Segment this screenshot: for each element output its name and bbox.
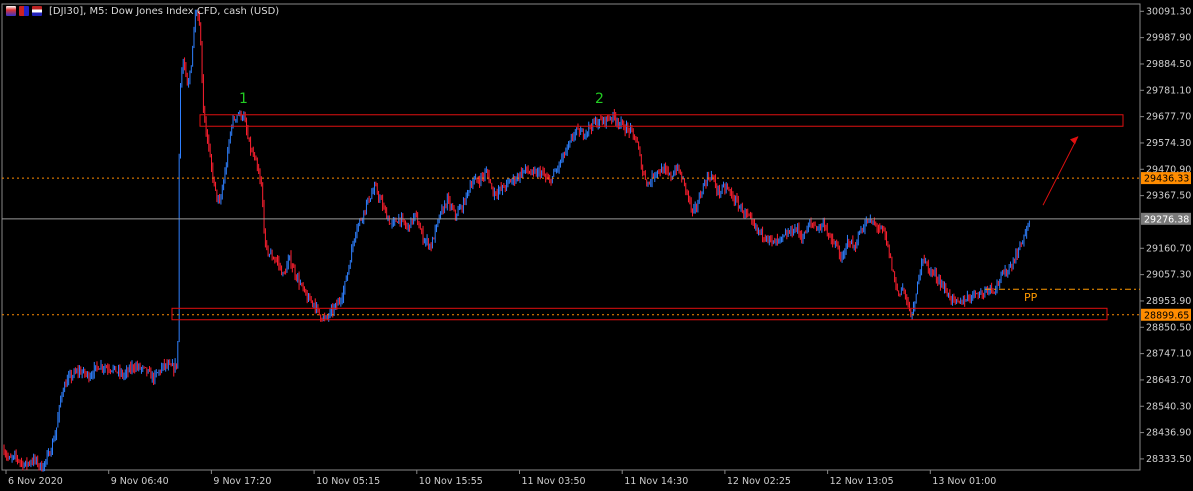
y-tick-label: 28540.30: [1146, 401, 1191, 412]
trend-arrow-line: [1042, 136, 1079, 206]
price-chart[interactable]: 30091.30 29987.90 29884.50 29781.10 29677.70…: [0, 0, 1193, 491]
y-tick-label: 28643.70: [1146, 375, 1191, 386]
y-tick-label: 28436.90: [1146, 428, 1191, 439]
annotation-2-label: 2: [595, 91, 604, 107]
support-zone: [171, 307, 1108, 321]
resistance-zone: [199, 114, 1124, 127]
y-tick-label: 29987.90: [1146, 33, 1191, 44]
flag-icon: [32, 6, 42, 16]
y-tick-label: 29057.30: [1146, 270, 1191, 281]
level-price-label: 28899.65: [1144, 310, 1189, 321]
x-tick-label: 6 Nov 2020: [8, 476, 63, 487]
y-tick-label: 28747.10: [1146, 349, 1191, 360]
y-tick-label: 29574.30: [1146, 138, 1191, 149]
last-price-label: 29276.38: [1144, 214, 1189, 225]
annotation-1-label: 1: [239, 91, 248, 107]
x-tick-label: 11 Nov 03:50: [522, 476, 586, 487]
chart-header: [DJI30], M5: Dow Jones Index CFD, cash (…: [6, 4, 279, 18]
chart-title: [DJI30], M5: Dow Jones Index CFD, cash (…: [49, 5, 280, 17]
x-tick-label: 10 Nov 15:55: [419, 476, 483, 487]
y-tick-label: 28333.50: [1146, 454, 1191, 465]
y-tick-label: 29781.10: [1146, 85, 1191, 96]
y-tick-label: 29367.50: [1146, 191, 1191, 202]
pivot-label: PP: [1024, 291, 1038, 304]
x-tick-label: 12 Nov 13:05: [830, 476, 894, 487]
y-tick-label: 29884.50: [1146, 59, 1191, 70]
y-tick-label: 28850.50: [1146, 322, 1191, 333]
y-tick-label: 30091.30: [1146, 6, 1191, 17]
y-tick-label: 28953.90: [1146, 296, 1191, 307]
x-tick-label: 11 Nov 14:30: [624, 476, 688, 487]
symbol-icon: [19, 6, 29, 16]
trend-arrow-head: [1070, 136, 1078, 145]
chart-icon: [6, 6, 16, 16]
x-tick-label: 10 Nov 05:15: [316, 476, 380, 487]
x-tick-label: 12 Nov 02:25: [727, 476, 791, 487]
y-tick-label: 29160.70: [1146, 243, 1191, 254]
plot-frame: [1, 3, 1141, 471]
x-tick-label: 9 Nov 17:20: [213, 476, 271, 487]
x-tick-label: 9 Nov 06:40: [111, 476, 169, 487]
level-price-label: 29436.33: [1144, 174, 1189, 185]
x-tick-label: 13 Nov 01:00: [932, 476, 996, 487]
y-tick-label: 29677.70: [1146, 112, 1191, 123]
